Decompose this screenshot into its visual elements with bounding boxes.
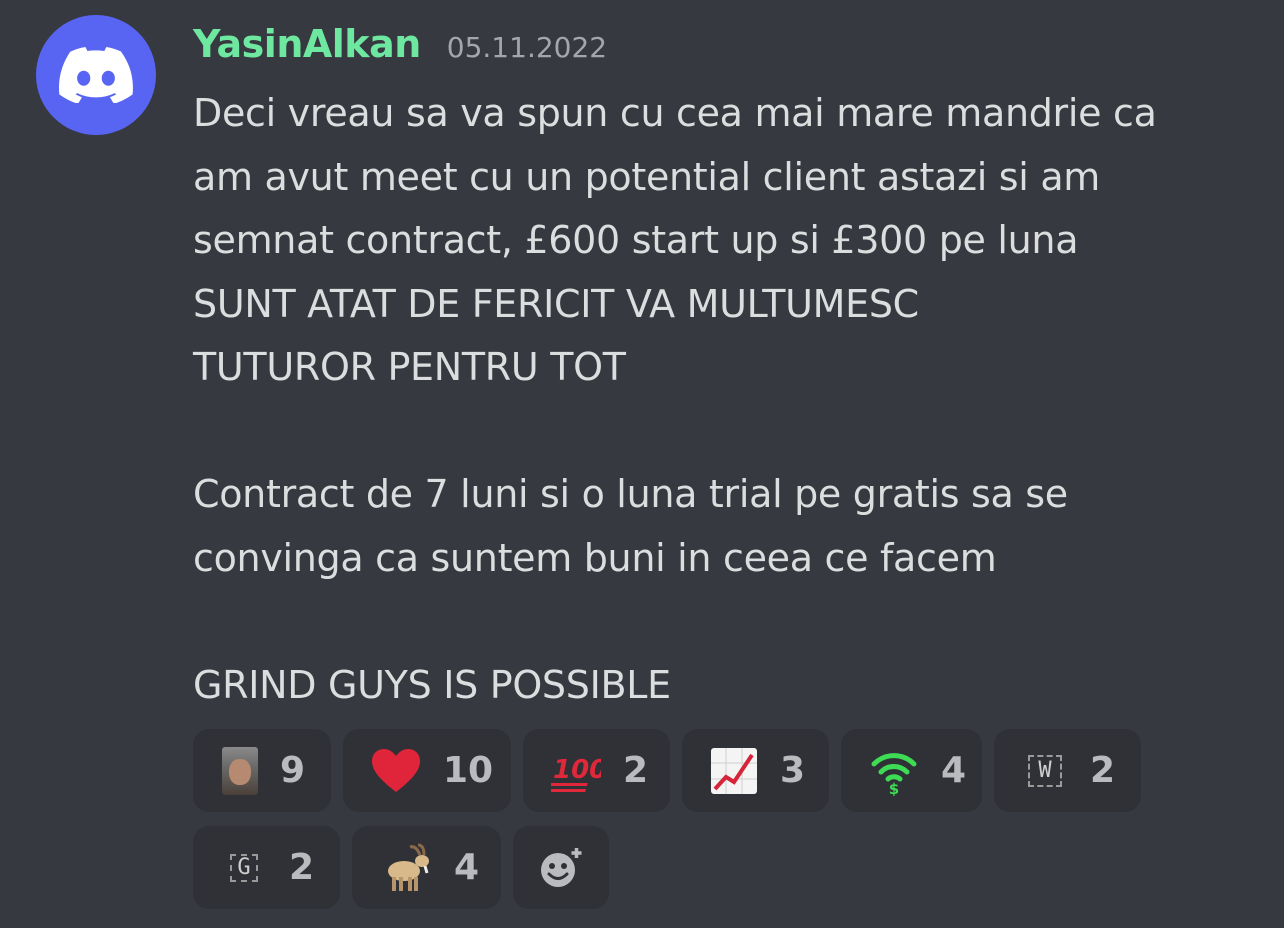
chart-increasing-icon (710, 745, 758, 797)
reaction-count: 10 (443, 750, 494, 791)
reactions-bar: 9 10 100 2 (193, 729, 1193, 923)
red-heart-icon (371, 745, 421, 797)
reaction-count: 2 (623, 750, 649, 791)
svg-text:100: 100 (553, 755, 601, 785)
reaction-goat[interactable]: 4 (352, 826, 501, 909)
reaction-count: 3 (780, 750, 806, 791)
message-line: SUNT ATAT DE FERICIT VA MULTUMESC (193, 281, 919, 326)
message-line: GRIND GUYS IS POSSIBLE (193, 662, 671, 707)
message-line: semnat contract, £600 start up si £300 p… (193, 218, 1079, 262)
reaction-chart[interactable]: 3 (682, 729, 829, 812)
reaction-custom-face[interactable]: 9 (193, 729, 331, 812)
reaction-custom-w[interactable]: W 2 (994, 729, 1141, 812)
hundred-points-icon: 100 (551, 745, 601, 797)
message-line: Contract de 7 luni si o luna trial pe gr… (193, 472, 1068, 516)
message-line: Deci vreau sa va spun cu cea mai mare ma… (193, 91, 1157, 135)
reaction-custom-g[interactable]: G 2 (193, 826, 340, 909)
add-reaction-button[interactable] (513, 826, 609, 909)
custom-face-emoji (221, 745, 260, 797)
wifi-money-icon: $ (869, 745, 919, 797)
message-line: TUTUROR PENTRU TOT (193, 345, 626, 389)
reaction-hundred[interactable]: 100 2 (523, 729, 670, 812)
reaction-wifi-money[interactable]: $ 4 (841, 729, 982, 812)
custom-g-icon: G (221, 842, 267, 894)
discord-logo-avatar[interactable] (36, 15, 156, 135)
reactions-row: G 2 4 (193, 826, 1193, 909)
custom-w-icon: W (1022, 745, 1068, 797)
reaction-count: 4 (454, 847, 480, 888)
reaction-count: 9 (279, 750, 305, 791)
message-content: Deci vreau sa va spun cu cea mai mare ma… (193, 82, 1263, 717)
reaction-red-heart[interactable]: 10 (343, 729, 511, 812)
message-line: convinga ca suntem buni in ceea ce facem (193, 535, 997, 580)
chat-message: YasinAlkan 05.11.2022 Deci vreau sa va s… (0, 0, 1284, 928)
goat-icon (380, 842, 432, 894)
reaction-count: 2 (1089, 750, 1115, 791)
username[interactable]: YasinAlkan (193, 22, 421, 66)
svg-text:$: $ (889, 780, 899, 796)
message-header: YasinAlkan 05.11.2022 (193, 22, 607, 66)
discord-icon (59, 47, 133, 103)
reactions-row: 9 10 100 2 (193, 729, 1193, 812)
timestamp: 05.11.2022 (446, 31, 608, 64)
message-line: am avut meet cu un potential client asta… (193, 154, 1101, 199)
reaction-count: 2 (288, 847, 314, 888)
reaction-count: 4 (941, 750, 967, 791)
add-reaction-icon (541, 846, 582, 887)
